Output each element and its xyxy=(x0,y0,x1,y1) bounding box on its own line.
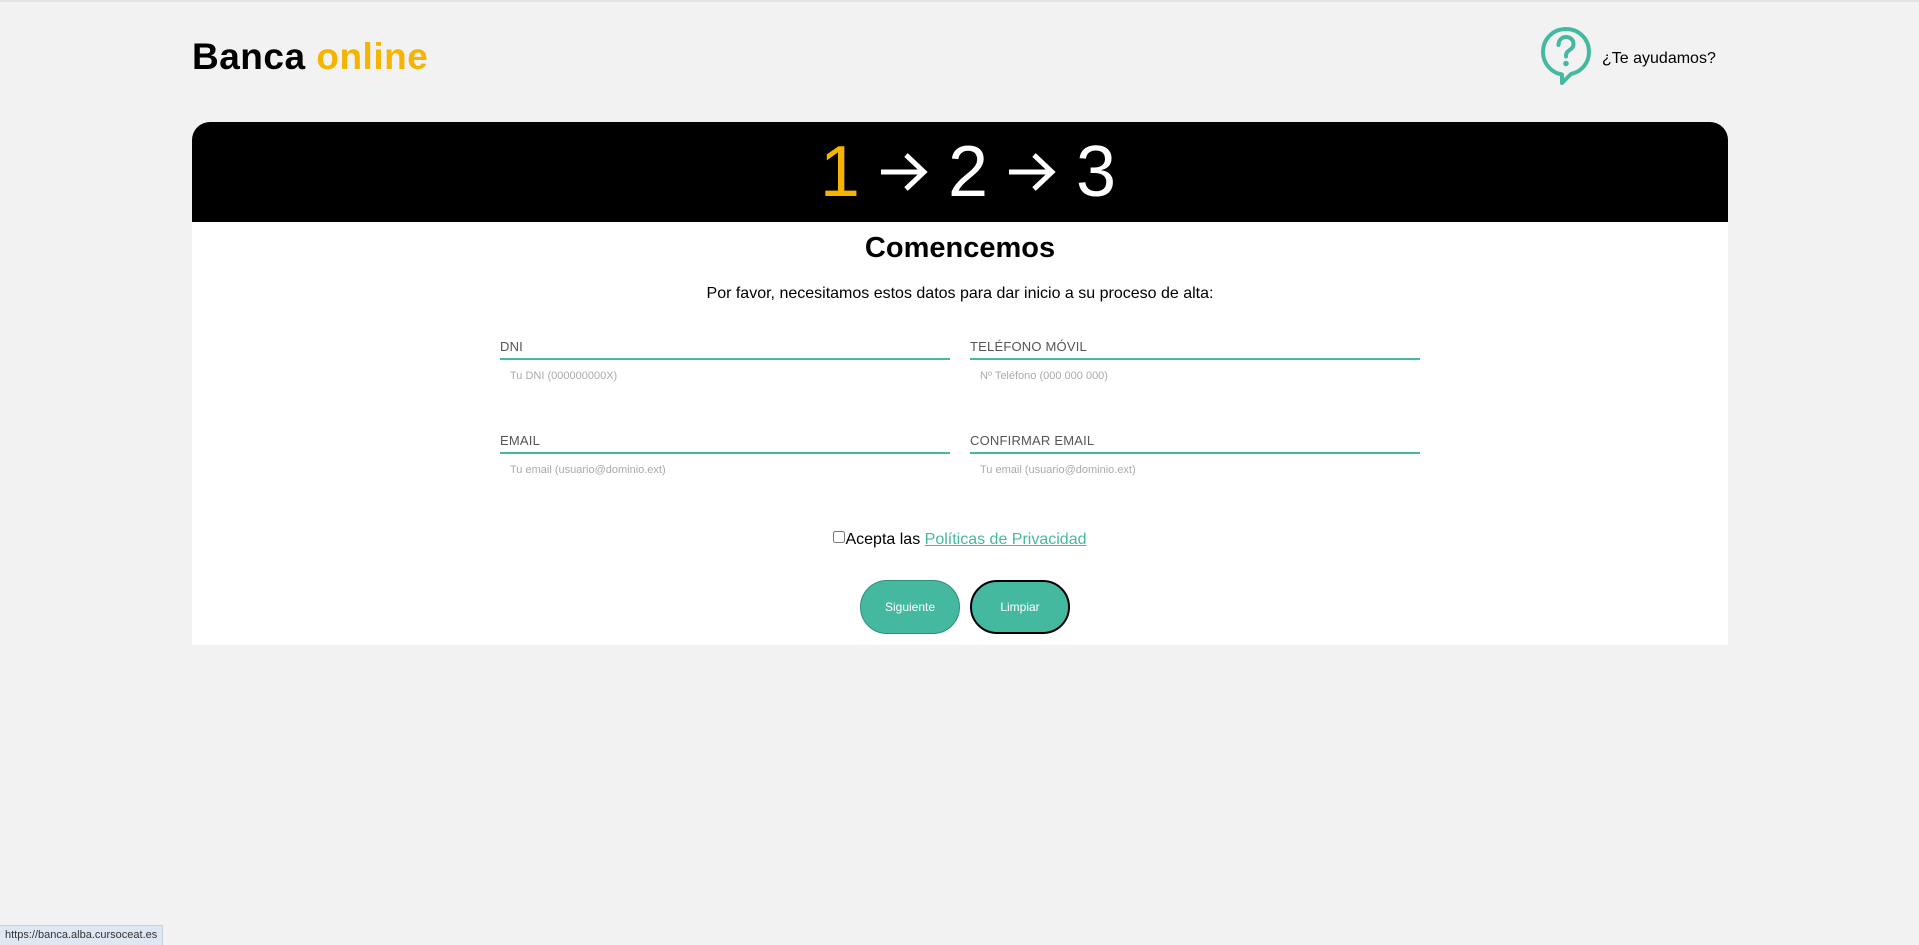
confirm-email-field-group: CONFIRMAR EMAIL xyxy=(970,433,1420,476)
arrow-right-icon xyxy=(1002,150,1062,194)
form-subtitle: Por favor, necesitamos estos datos para … xyxy=(706,285,1214,302)
phone-label: TELÉFONO MÓVIL xyxy=(970,339,1420,360)
privacy-checkbox[interactable] xyxy=(833,531,846,543)
email-field-group: EMAIL xyxy=(500,433,950,476)
phone-input[interactable] xyxy=(980,370,1400,382)
status-bar-url: https://banca.alba.cursoceat.es xyxy=(0,925,164,945)
step-2: 2 xyxy=(947,132,989,212)
next-button[interactable]: Siguiente xyxy=(860,580,960,634)
phone-field-group: TELÉFONO MÓVIL xyxy=(970,339,1420,382)
privacy-consent: Acepta las Políticas de Privacidad xyxy=(192,531,1728,549)
arrow-right-icon xyxy=(874,150,934,194)
confirm-email-input[interactable] xyxy=(980,464,1400,476)
step-indicator: 1 2 3 xyxy=(820,136,1116,208)
steps-header: 1 2 3 xyxy=(192,122,1728,222)
signup-form: Comencemos Por favor, necesitamos estos … xyxy=(192,222,1728,645)
consent-text: Acepta las xyxy=(845,531,925,548)
dni-label: DNI xyxy=(500,339,950,360)
email-label: EMAIL xyxy=(500,433,950,454)
help-link[interactable]: ¿Te ayudamos? xyxy=(1540,26,1716,91)
question-bubble-icon xyxy=(1540,26,1592,91)
privacy-policy-link[interactable]: Políticas de Privacidad xyxy=(925,531,1087,548)
site-logo[interactable]: Banca online xyxy=(192,36,428,78)
email-input[interactable] xyxy=(510,464,930,476)
form-title: Comencemos xyxy=(864,232,1056,264)
logo-main-text: Banca xyxy=(192,36,306,77)
step-1: 1 xyxy=(819,132,860,212)
clear-button[interactable]: Limpiar xyxy=(970,580,1070,634)
dni-input[interactable] xyxy=(510,370,930,382)
dni-field-group: DNI xyxy=(500,339,950,382)
logo-accent-text: online xyxy=(316,36,429,77)
help-label: ¿Te ayudamos? xyxy=(1602,49,1716,67)
confirm-email-label: CONFIRMAR EMAIL xyxy=(970,433,1420,454)
step-3: 3 xyxy=(1076,132,1117,212)
top-divider xyxy=(0,0,1919,2)
